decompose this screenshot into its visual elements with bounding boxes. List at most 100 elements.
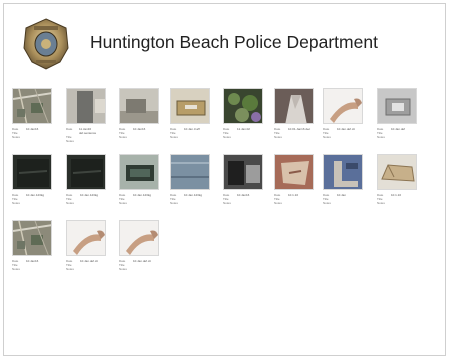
evidence-thumbnail[interactable]: [66, 154, 106, 190]
evidence-meta: Date 10.Jan.123kg Title Notes: [170, 193, 210, 205]
evidence-item[interactable]: Date 11.Jan16 def.sentence Title Notes: [66, 88, 106, 143]
page-title: Huntington Beach Police Department: [90, 32, 378, 52]
evidence-meta: Date 10.Jan16 Title Notes: [12, 127, 52, 139]
evidence-thumbnail[interactable]: [119, 88, 159, 124]
meta-value: 10.1.10: [391, 193, 402, 197]
evidence-thumbnail[interactable]: [12, 154, 52, 190]
evidence-thumbnail[interactable]: [377, 88, 417, 124]
evidence-item[interactable]: Date 10.Jan.def.cit Title Notes: [66, 220, 106, 271]
meta-value: 10.Jan.def.cit: [337, 127, 355, 131]
evidence-item[interactable]: Date 10.Jan Title Notes: [323, 154, 363, 205]
meta-row: Notes: [274, 201, 314, 205]
meta-label: Notes: [274, 201, 282, 205]
meta-label: Notes: [119, 267, 127, 271]
evidence-item[interactable]: Date 10.Jan.123kg Title Notes: [66, 154, 106, 205]
evidence-meta: Date 10.Jan.123kg Title Notes: [66, 193, 106, 205]
meta-row: Notes: [377, 201, 417, 205]
evidence-item[interactable]: Date 10.Jan.3.aff Title Notes: [170, 88, 210, 139]
evidence-meta: Date 10.Jan16 Title Notes: [12, 259, 52, 271]
evidence-thumbnail[interactable]: [223, 154, 263, 190]
evidence-item[interactable]: Date 10.Jan16 Title Notes: [223, 154, 263, 205]
meta-row: Notes: [377, 135, 417, 139]
meta-row: Notes: [66, 139, 106, 143]
evidence-item[interactable]: Date 10.1.10 Title Notes: [377, 154, 417, 205]
meta-value: 10.01.Jan16 dec: [288, 127, 311, 131]
meta-row: Notes: [12, 201, 52, 205]
meta-value: 10.Jan.123kg: [80, 193, 99, 197]
meta-label: Date: [66, 127, 73, 131]
meta-value: 10.1.10: [288, 193, 299, 197]
evidence-meta: Date 10.Jan.def Title Notes: [377, 127, 417, 139]
evidence-thumbnail[interactable]: [274, 154, 314, 190]
meta-row: Date 11.Jan16 def.sentence: [66, 127, 106, 135]
evidence-meta: Date 10.Jan16 Title Notes: [119, 127, 159, 139]
header: Huntington Beach Police Department: [4, 4, 445, 76]
evidence-thumbnail[interactable]: [12, 88, 52, 124]
evidence-thumbnail[interactable]: [66, 220, 106, 256]
meta-value: 10.Jan16: [133, 127, 146, 131]
meta-label: Notes: [66, 267, 74, 271]
meta-value: 10.Jan.def.cit: [133, 259, 151, 263]
evidence-thumbnail[interactable]: [323, 88, 363, 124]
evidence-meta: Date 10.Jan16 Title Notes: [223, 193, 263, 205]
evidence-meta: Date 11.Jan16 def.sentence Title Notes: [66, 127, 106, 143]
evidence-thumbnail[interactable]: [170, 154, 210, 190]
page-frame: Huntington Beach Police Department Date 1…: [3, 3, 446, 356]
evidence-meta: Date 10.Jan.3.aff Title Notes: [170, 127, 210, 139]
meta-row: Notes: [66, 201, 106, 205]
evidence-item[interactable]: Date 10.Jan.123kg Title Notes: [170, 154, 210, 205]
evidence-thumbnail[interactable]: [223, 88, 263, 124]
evidence-thumbnail[interactable]: [170, 88, 210, 124]
evidence-thumbnail[interactable]: [119, 154, 159, 190]
meta-label: Notes: [223, 201, 231, 205]
meta-label: Notes: [323, 201, 331, 205]
meta-label: Notes: [223, 135, 231, 139]
evidence-item[interactable]: Date 10.Jan.123kg Title Notes: [119, 154, 159, 205]
meta-label: Notes: [119, 135, 127, 139]
evidence-item[interactable]: Date 11.Jan.02 Title Notes: [223, 88, 263, 139]
evidence-item[interactable]: Date 10.Jan16 Title Notes: [119, 88, 159, 139]
evidence-item[interactable]: Date 10.Jan16 Title Notes: [12, 220, 52, 271]
meta-row: Notes: [323, 135, 363, 139]
evidence-thumbnail[interactable]: [323, 154, 363, 190]
evidence-meta: Date 10.01.Jan16 dec Title Notes: [274, 127, 314, 139]
meta-value: 10.Jan.123kg: [184, 193, 203, 197]
meta-row: Notes: [223, 201, 263, 205]
meta-label: Notes: [12, 201, 20, 205]
evidence-thumbnail[interactable]: [119, 220, 159, 256]
evidence-meta: Date 10.Jan Title Notes: [323, 193, 363, 205]
meta-row: Notes: [66, 267, 106, 271]
meta-value: 10.Jan.def.cit: [80, 259, 98, 263]
meta-label: Notes: [377, 201, 385, 205]
evidence-item[interactable]: Date 10.Jan16 Title Notes: [12, 88, 52, 139]
meta-label: Notes: [119, 201, 127, 205]
evidence-thumbnail[interactable]: [274, 88, 314, 124]
meta-row: Notes: [274, 135, 314, 139]
evidence-item[interactable]: Date 10.Jan.def Title Notes: [377, 88, 417, 139]
evidence-thumbnail[interactable]: [66, 88, 106, 124]
evidence-item[interactable]: Date 10.01.Jan16 dec Title Notes: [274, 88, 314, 139]
evidence-thumbnail[interactable]: [12, 220, 52, 256]
meta-label: Notes: [66, 201, 74, 205]
police-badge-icon: [22, 18, 70, 70]
meta-label: Notes: [323, 135, 331, 139]
meta-value: 10.Jan16: [26, 259, 39, 263]
evidence-item[interactable]: Date 10.Jan.def.cit Title Notes: [119, 220, 159, 271]
evidence-item[interactable]: Date 10.Jan.def.cit Title Notes: [323, 88, 363, 139]
evidence-thumbnail[interactable]: [377, 154, 417, 190]
evidence-item[interactable]: Date 10.1.10 Title Notes: [274, 154, 314, 205]
evidence-item[interactable]: Date 10.Jan.123kg Title Notes: [12, 154, 52, 205]
meta-label: Notes: [170, 135, 178, 139]
evidence-meta: Date 10.Jan.123kg Title Notes: [12, 193, 52, 205]
meta-value: 10.Jan16: [237, 193, 250, 197]
meta-row: Notes: [12, 267, 52, 271]
evidence-meta: Date 10.1.10 Title Notes: [274, 193, 314, 205]
meta-row: Notes: [119, 201, 159, 205]
evidence-meta: Date 10.Jan.123kg Title Notes: [119, 193, 159, 205]
meta-row: Notes: [170, 201, 210, 205]
meta-value: 10.Jan: [337, 193, 347, 197]
meta-row: Notes: [119, 135, 159, 139]
meta-value: 10.Jan.123kg: [26, 193, 45, 197]
meta-value: 10.Jan.123kg: [133, 193, 152, 197]
meta-row: Notes: [170, 135, 210, 139]
